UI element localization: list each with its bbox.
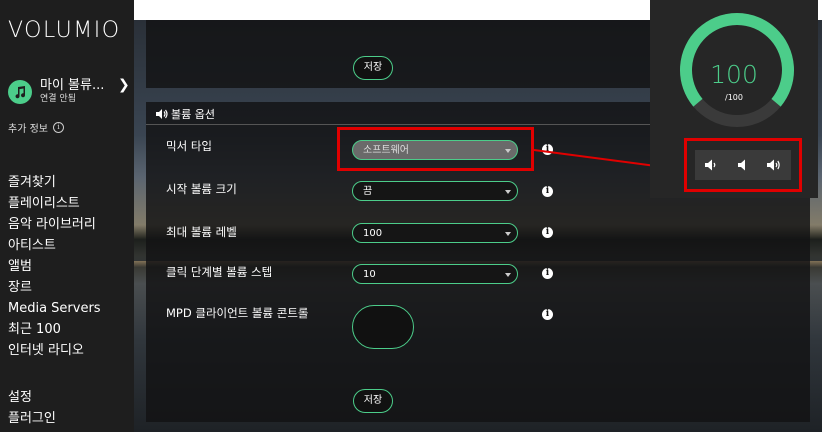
bottom-nav: 설정 플러그인 [8, 387, 56, 429]
max-volume-value: 100 [363, 228, 383, 239]
nav-item-favorites[interactable]: 즐겨찾기 [8, 172, 101, 193]
device-status: 연결 안됨 [40, 94, 76, 104]
chevron-right-icon[interactable]: ❯ [118, 77, 130, 93]
nav-item-genres[interactable]: 장르 [8, 277, 101, 298]
device-selector[interactable]: 마이 볼류... 연결 안됨 [8, 78, 104, 105]
nav-item-plugins[interactable]: 플러그인 [8, 408, 56, 429]
section-title: 볼륨 옵션 [171, 108, 215, 121]
speaker-icon [156, 109, 168, 119]
volume-down-icon[interactable] [704, 159, 718, 171]
info-icon[interactable]: i [542, 309, 553, 320]
save-button-volume[interactable]: 저장 [353, 389, 393, 413]
info-icon: i [52, 122, 64, 133]
chevron-down-icon [505, 273, 511, 277]
mpd-volume-control-toggle[interactable] [352, 305, 414, 349]
startup-volume-label: 시작 볼륨 크기 [166, 182, 237, 196]
nav-item-playlists[interactable]: 플레이리스트 [8, 193, 101, 214]
nav-item-web-radio[interactable]: 인터넷 라디오 [8, 340, 101, 361]
info-icon[interactable]: i [542, 186, 553, 197]
nav-item-last-100[interactable]: 최근 100 [8, 319, 101, 340]
info-icon[interactable]: i [542, 227, 553, 238]
nav-item-albums[interactable]: 앨범 [8, 256, 101, 277]
chevron-down-icon [505, 190, 511, 194]
volume-step-value: 10 [363, 269, 376, 280]
info-icon[interactable]: i [542, 268, 553, 279]
startup-volume-value: 끔 [363, 186, 373, 197]
volume-up-icon[interactable] [766, 159, 782, 171]
startup-volume-select[interactable]: 끔 [352, 181, 518, 201]
device-name: 마이 볼류... [40, 78, 105, 93]
save-button-top[interactable]: 저장 [353, 56, 393, 80]
chevron-down-icon [505, 232, 511, 236]
music-note-icon [8, 79, 32, 104]
max-volume-select[interactable]: 100 [352, 223, 518, 243]
mute-icon[interactable] [736, 159, 748, 171]
max-volume-label: 최대 볼륨 레벨 [166, 225, 237, 239]
volume-max: /100 [725, 93, 743, 102]
main-nav: 즐겨찾기 플레이리스트 음악 라이브러리 아티스트 앨범 장르 Media Se… [8, 172, 101, 361]
sidebar: VOLUMIO 마이 볼류... 연결 안됨 ❯ 추가 정보 i 즐겨찾기 플레… [0, 0, 134, 432]
highlight-box-mixer [337, 127, 534, 171]
volume-buttons [695, 150, 791, 180]
mixer-type-label: 믹서 타입 [166, 139, 212, 153]
nav-item-artists[interactable]: 아티스트 [8, 235, 101, 256]
mpd-volume-control-label: MPD 클라이언트 볼륨 콘트롤 [166, 306, 309, 320]
more-info-label: 추가 정보 [8, 124, 48, 135]
nav-item-music-library[interactable]: 음악 라이브러리 [8, 214, 101, 235]
volume-value: 100 [710, 60, 758, 89]
volume-step-label: 클릭 단계별 볼륨 스텝 [166, 265, 273, 279]
section-header: 볼륨 옵션 [156, 106, 215, 122]
nav-item-media-servers[interactable]: Media Servers [8, 298, 101, 319]
app-logo[interactable]: VOLUMIO [8, 18, 121, 43]
nav-item-settings[interactable]: 설정 [8, 387, 56, 408]
volume-step-select[interactable]: 10 [352, 264, 518, 284]
more-info-link[interactable]: 추가 정보 i [8, 120, 64, 135]
